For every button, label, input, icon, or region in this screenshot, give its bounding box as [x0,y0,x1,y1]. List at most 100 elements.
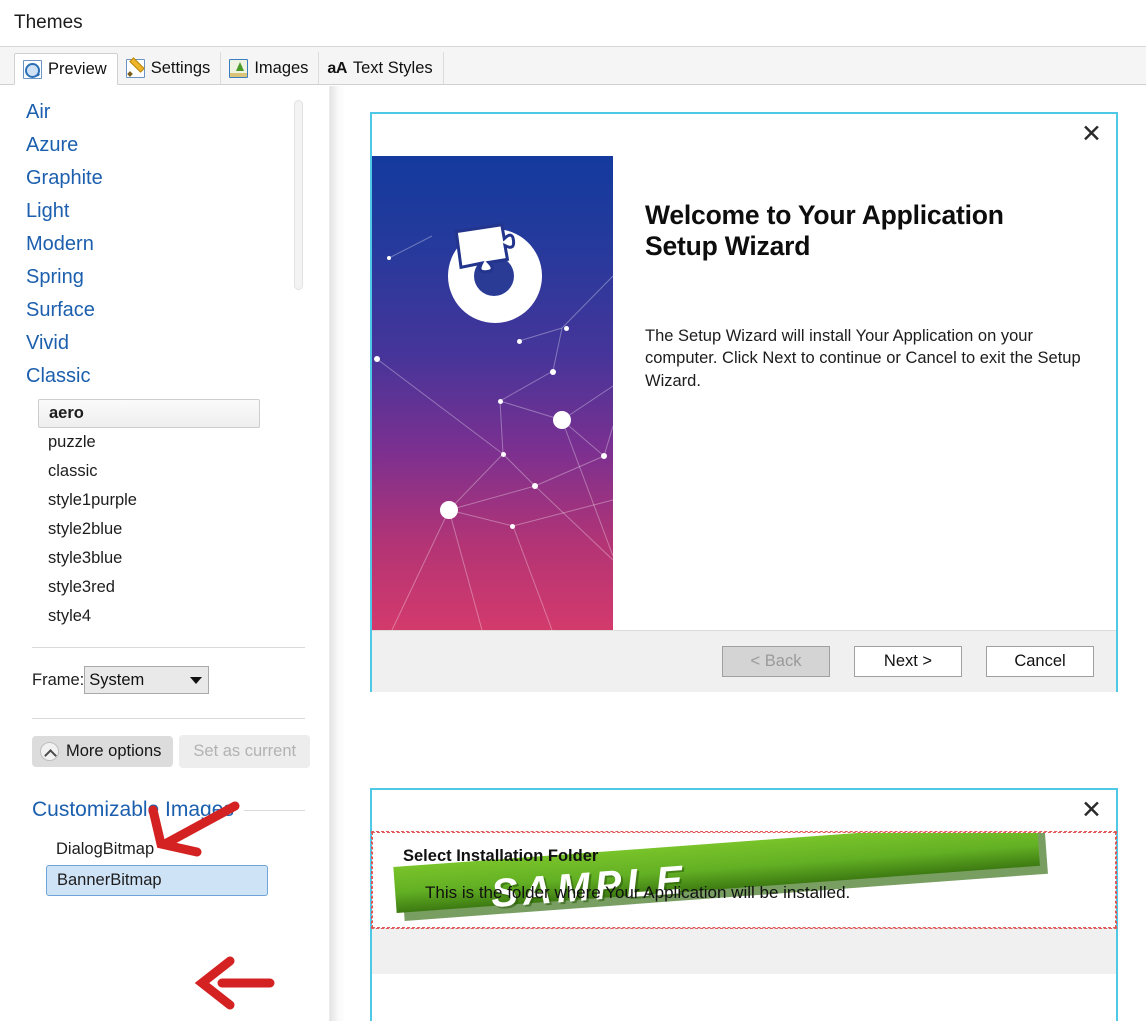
wizard-preview-folder[interactable]: ✕ SAMPLE Select Installation Folder This… [370,788,1118,1021]
constellation-lines [376,235,613,630]
variant-label: style1purple [48,491,137,509]
wizard1-description: The Setup Wizard will install Your Appli… [645,326,1081,391]
variant-label: aero [49,404,84,422]
theme-item-vivid[interactable]: Vivid [0,327,329,360]
back-button[interactable]: < Back [722,646,830,677]
cancel-button-label: Cancel [1014,652,1066,670]
theme-item-air[interactable]: Air [0,96,329,129]
theme-item-azure[interactable]: Azure [0,129,329,162]
theme-label: Classic [26,365,91,387]
banner-heading: Select Installation Folder [403,847,599,865]
theme-item-spring[interactable]: Spring [0,261,329,294]
theme-variant-list: aero puzzle classic style1purple style2b… [0,393,329,631]
wizard1-title: Welcome to Your Application Setup Wizard [645,200,1004,262]
theme-label: Air [26,101,51,123]
dialog-bitmap-image [372,156,613,630]
theme-label: Vivid [26,332,69,354]
variant-item-puzzle[interactable]: puzzle [38,428,329,457]
header-divider-line [243,809,305,811]
tab-preview-label: Preview [48,59,107,78]
main-content: Air Azure Graphite Light Modern Spring S… [0,86,1146,1021]
variant-label: style4 [48,607,92,625]
customizable-images-header: Customizable Images [32,798,305,822]
wizard1-body: Welcome to Your Application Setup Wizard… [372,156,1116,630]
frame-select[interactable]: System [84,666,210,694]
theme-item-graphite[interactable]: Graphite [0,162,329,195]
theme-list: Air Azure Graphite Light Modern Spring S… [0,86,329,393]
tab-text-styles-label: Text Styles [352,58,433,77]
preview-panel: ✕ Welcome to Your Application Setup Wiza… [346,86,1146,1021]
variant-label: classic [48,462,98,480]
wizard2-footer [372,928,1116,974]
customizable-images-list: DialogBitmap BannerBitmap [46,834,329,896]
frame-label: Frame: [32,670,85,689]
sidebar-button-row: More options Set as current [32,735,329,768]
set-as-current-label: Set as current [193,742,297,760]
theme-label: Spring [26,266,84,288]
theme-label: Graphite [26,167,103,189]
chevron-up-icon [40,742,59,761]
image-item-bannerbitmap[interactable]: BannerBitmap [46,865,268,896]
tab-text-styles[interactable]: aA Text Styles [319,52,444,84]
pencil-edit-icon [125,58,145,78]
banner-bitmap-region[interactable]: SAMPLE Select Installation Folder This i… [371,831,1117,929]
themes-scrollbar[interactable] [294,100,303,290]
themes-sidebar: Air Azure Graphite Light Modern Spring S… [0,86,330,1021]
customizable-images-heading: Customizable Images [32,798,234,821]
window-titlebar: Themes [0,0,1146,47]
image-item-label: BannerBitmap [57,871,162,889]
close-icon[interactable]: ✕ [1081,122,1102,147]
close-icon[interactable]: ✕ [1081,798,1102,823]
tab-preview[interactable]: Preview [14,53,118,85]
theme-item-classic[interactable]: Classic [0,360,329,393]
banner-subtext: This is the folder where Your Applicatio… [425,883,851,902]
tab-images-label: Images [254,58,309,77]
panel-divider [330,86,346,1021]
tab-strip: Preview Settings Images aA Text Styles [0,47,1146,85]
variant-item-style3blue[interactable]: style3blue [38,544,329,573]
frame-row: Frame: System [32,666,329,694]
variant-item-style2blue[interactable]: style2blue [38,515,329,544]
theme-label: Modern [26,233,94,255]
variant-item-style3red[interactable]: style3red [38,573,329,602]
variant-item-classic[interactable]: classic [38,457,329,486]
variant-item-aero[interactable]: aero [38,399,260,428]
wizard2-titlebar: ✕ [372,790,1116,832]
theme-label: Surface [26,299,95,321]
tab-settings[interactable]: Settings [118,52,222,84]
back-button-label: < Back [750,652,802,670]
tab-settings-label: Settings [150,58,211,77]
theme-item-modern[interactable]: Modern [0,228,329,261]
variant-label: style3blue [48,549,123,567]
tab-images[interactable]: Images [221,52,320,84]
set-as-current-button[interactable]: Set as current [179,735,311,768]
theme-item-surface[interactable]: Surface [0,294,329,327]
variant-item-style1purple[interactable]: style1purple [38,486,329,515]
next-button-label: Next > [883,652,933,670]
wizard-preview-welcome[interactable]: ✕ Welcome to Your Application Setup Wiza… [370,112,1118,692]
theme-label: Light [26,200,70,222]
wizard1-text-area: Welcome to Your Application Setup Wizard… [613,156,1116,630]
picture-image-icon [229,58,249,78]
more-options-button[interactable]: More options [32,736,174,767]
variant-label: puzzle [48,433,96,451]
wizard1-titlebar: ✕ [372,114,1116,156]
next-button[interactable]: Next > [854,646,962,677]
chevron-down-icon [190,676,203,684]
divider-above-frame [32,647,305,648]
frame-select-value: System [89,670,145,689]
divider-above-buttons [32,718,305,719]
preview-magnifier-icon [23,59,42,79]
theme-label: Azure [26,134,79,156]
window-title: Themes [14,12,83,33]
variant-label: style2blue [48,520,123,538]
variant-item-style4[interactable]: style4 [38,602,329,631]
variant-label: style3red [48,578,115,596]
image-item-label: DialogBitmap [56,840,155,858]
aA-text-icon: aA [327,59,347,77]
wizard1-footer: < Back Next > Cancel [372,630,1116,692]
more-options-label: More options [66,742,162,760]
image-item-dialogbitmap[interactable]: DialogBitmap [46,834,268,865]
theme-item-light[interactable]: Light [0,195,329,228]
cancel-button[interactable]: Cancel [986,646,1094,677]
